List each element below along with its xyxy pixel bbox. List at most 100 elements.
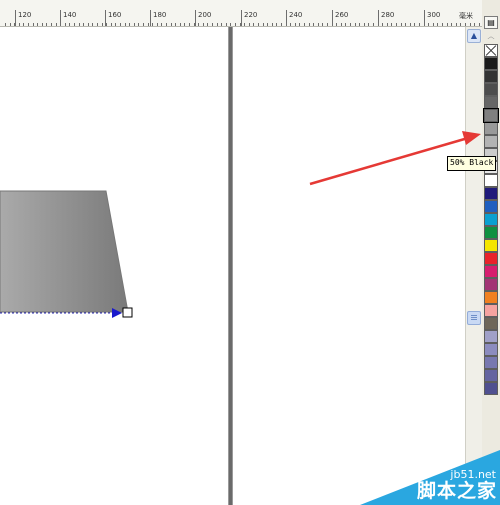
ruler-tick xyxy=(460,23,462,26)
ruler-tick xyxy=(446,23,448,26)
ruler-tick xyxy=(179,23,181,26)
ruler-tick xyxy=(400,23,402,26)
color-swatch[interactable] xyxy=(484,252,498,265)
color-swatch[interactable] xyxy=(484,382,498,395)
ruler-tick xyxy=(41,23,43,26)
ruler-major-tick xyxy=(105,10,106,26)
ruler-major-tick xyxy=(60,10,61,26)
ruler-label: 240 xyxy=(289,11,303,19)
trapezoid-shape[interactable] xyxy=(0,190,129,313)
ruler-tick xyxy=(46,23,48,26)
ruler-tick xyxy=(32,23,34,26)
color-swatch[interactable] xyxy=(484,57,498,70)
ruler-tick xyxy=(382,23,384,26)
ruler-label: 140 xyxy=(63,11,77,19)
scroll-thumb-grip-icon[interactable] xyxy=(467,311,481,325)
chevron-up-icon[interactable]: ︿ xyxy=(484,32,498,41)
ruler-tick xyxy=(235,23,236,26)
color-swatch[interactable] xyxy=(484,135,498,148)
ruler-tick xyxy=(248,23,250,26)
color-swatch[interactable] xyxy=(484,70,498,83)
ruler-tick xyxy=(175,23,177,26)
ruler-tick xyxy=(212,23,213,26)
vertical-scrollbar[interactable]: ▲ xyxy=(465,27,482,505)
ruler-tick xyxy=(451,23,453,26)
ruler-tick xyxy=(64,23,66,26)
ruler-tick xyxy=(350,23,351,26)
ruler-tick xyxy=(253,23,255,26)
fill-end-handle[interactable] xyxy=(122,307,133,318)
ruler-tick xyxy=(442,23,443,26)
ruler-tick xyxy=(469,23,471,26)
ruler-tick xyxy=(170,23,172,26)
color-swatch[interactable] xyxy=(484,304,498,317)
ruler-tick xyxy=(437,23,439,26)
ruler-tick xyxy=(138,23,140,26)
color-swatch[interactable] xyxy=(484,122,498,135)
ruler-tick xyxy=(244,23,246,26)
ruler-tick xyxy=(143,23,144,26)
ruler-tick xyxy=(313,23,315,26)
ruler-tick xyxy=(354,23,356,26)
ruler-tick xyxy=(115,23,117,26)
ruler-label: 260 xyxy=(335,11,349,19)
ruler-tick xyxy=(221,23,223,26)
color-swatch[interactable] xyxy=(484,291,498,304)
ruler-tick xyxy=(327,23,328,26)
no-fill-swatch[interactable] xyxy=(484,44,498,57)
ruler-label: 200 xyxy=(198,11,212,19)
ruler-tick xyxy=(202,23,204,26)
ruler-tick xyxy=(92,23,94,26)
horizontal-ruler[interactable]: 毫米 120 140 160 180 200 220 240 260 280 300 xyxy=(0,0,482,27)
ruler-tick xyxy=(147,23,149,26)
color-swatch[interactable] xyxy=(484,213,498,226)
color-swatch[interactable] xyxy=(484,96,498,109)
scroll-up-arrow-icon[interactable]: ▲ xyxy=(467,29,481,43)
color-swatch[interactable] xyxy=(484,83,498,96)
color-swatch[interactable] xyxy=(484,330,498,343)
ruler-tick xyxy=(184,23,186,26)
ruler-tick xyxy=(345,23,347,26)
color-swatch[interactable] xyxy=(484,265,498,278)
ruler-tick xyxy=(216,23,218,26)
ruler-tick xyxy=(9,23,11,26)
ruler-tick xyxy=(124,23,126,26)
ruler-tick xyxy=(474,23,476,26)
color-swatch[interactable] xyxy=(484,174,498,187)
ruler-label: 280 xyxy=(381,11,395,19)
ruler-tick xyxy=(18,23,20,26)
ruler-tick xyxy=(299,23,301,26)
ruler-tick xyxy=(258,23,259,26)
ruler-tick xyxy=(419,23,420,26)
color-swatch[interactable] xyxy=(484,317,498,330)
ruler-tick xyxy=(386,23,388,26)
color-swatch[interactable] xyxy=(484,200,498,213)
ruler-tick xyxy=(290,23,292,26)
ruler-tick xyxy=(161,23,163,26)
color-swatch[interactable] xyxy=(484,278,498,291)
ruler-label: 160 xyxy=(108,11,122,19)
ruler-tick xyxy=(101,23,103,26)
color-swatch[interactable] xyxy=(484,369,498,382)
color-swatch[interactable] xyxy=(483,108,499,123)
ruler-tick xyxy=(156,23,158,26)
ruler-tick xyxy=(166,23,167,26)
page-boundary-divider xyxy=(228,27,233,505)
color-swatch[interactable] xyxy=(484,187,498,200)
ruler-label: 120 xyxy=(18,11,32,19)
ruler-tick xyxy=(322,23,324,26)
ruler-tick xyxy=(409,23,411,26)
color-swatch[interactable] xyxy=(484,343,498,356)
ruler-tick xyxy=(129,23,131,26)
ruler-tick xyxy=(74,23,75,26)
watermark: jb51.net 脚本之家 xyxy=(360,450,500,505)
ruler-tick xyxy=(432,23,434,26)
ruler-major-tick xyxy=(424,10,425,26)
palette-menu-icon[interactable]: ▤ xyxy=(484,16,498,29)
ruler-tick xyxy=(37,23,39,26)
color-swatch[interactable] xyxy=(484,226,498,239)
color-swatch[interactable] xyxy=(484,239,498,252)
ruler-major-tick xyxy=(15,10,16,26)
ruler-tick xyxy=(276,23,278,26)
color-swatch[interactable] xyxy=(484,356,498,369)
